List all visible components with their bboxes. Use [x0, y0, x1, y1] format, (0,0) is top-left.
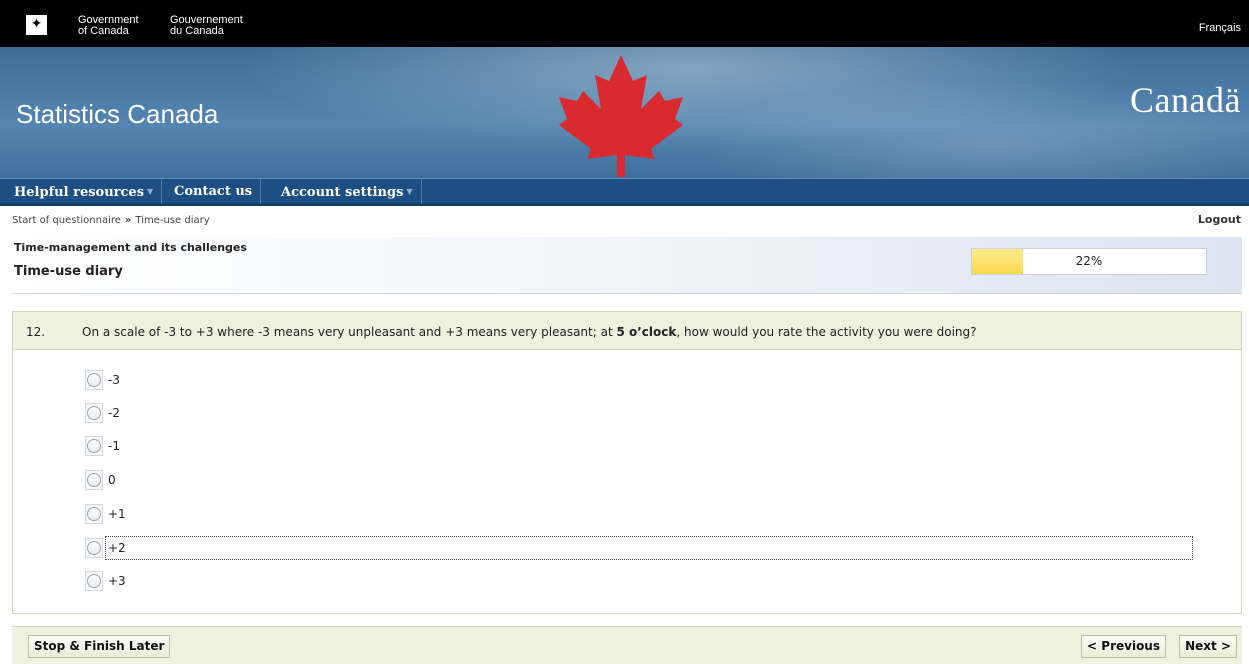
radio-option-label: -2 — [108, 406, 120, 420]
questionnaire-header: Time-management and its challenges Time-… — [12, 237, 1242, 294]
radio-button[interactable] — [87, 473, 101, 487]
questionnaire-footer: Stop & Finish Later < Previous Next > — [12, 626, 1242, 664]
focus-outline — [105, 536, 1193, 560]
question-header: 12. On a scale of -3 to +3 where -3 mean… — [13, 312, 1241, 350]
chevron-down-icon: ▼ — [147, 186, 154, 196]
radio-option-label: +2 — [108, 541, 126, 555]
page-title: Time-use diary — [14, 264, 123, 279]
breadcrumb-separator: » — [124, 215, 132, 226]
breadcrumb-start-link[interactable]: Start of questionnaire — [12, 215, 121, 226]
menu-contact-us[interactable]: Contact us — [166, 179, 262, 204]
previous-button[interactable]: < Previous — [1081, 635, 1166, 658]
progress-text: 22% — [1075, 254, 1103, 268]
radio-button[interactable] — [87, 507, 101, 521]
radio-option-focused[interactable]: +2 — [85, 536, 1193, 560]
radio-option-label: +1 — [108, 507, 126, 521]
radio-button[interactable] — [87, 574, 101, 588]
radio-option-label: -1 — [108, 439, 120, 453]
canada-flag-icon: ✦ — [16, 15, 57, 35]
site-title[interactable]: Statistics Canada — [16, 99, 218, 130]
breadcrumb-current: Time-use diary — [135, 215, 210, 226]
radio-button[interactable] — [87, 541, 101, 555]
canada-wordmark: Canadä — [1130, 80, 1241, 120]
stop-finish-later-button[interactable]: Stop & Finish Later — [28, 635, 171, 658]
language-toggle-link[interactable]: Français — [1199, 22, 1241, 34]
radio-option-label: -3 — [108, 373, 120, 387]
question-panel: 12. On a scale of -3 to +3 where -3 mean… — [12, 311, 1242, 614]
government-header-bar: ✦ Government of Canada Gouvernement du C… — [0, 0, 1249, 47]
radio-option-label: 0 — [108, 473, 116, 487]
question-text: On a scale of -3 to +3 where -3 means ve… — [82, 325, 977, 339]
radio-button[interactable] — [87, 373, 101, 387]
question-number: 12. — [26, 325, 46, 339]
gouvernement-du-canada-signature: Gouvernement du Canada — [170, 14, 243, 37]
logout-link[interactable]: Logout — [1198, 213, 1241, 226]
site-banner: Statistics Canada Canadä — [0, 47, 1249, 178]
breadcrumb: Start of questionnaire» Time-use diary — [12, 215, 210, 226]
radio-button[interactable] — [87, 439, 101, 453]
section-title: Time-management and its challenges — [14, 241, 247, 254]
maple-leaf-icon — [559, 55, 683, 177]
menu-account-settings[interactable]: Account settings ▼ — [273, 179, 422, 204]
government-of-canada-signature: Government of Canada — [78, 14, 139, 37]
menu-helpful-resources[interactable]: Helpful resources ▼ — [6, 179, 163, 204]
radio-button[interactable] — [87, 406, 101, 420]
progress-bar: 22% — [971, 248, 1207, 275]
next-button[interactable]: Next > — [1179, 635, 1237, 658]
chevron-down-icon: ▼ — [406, 186, 413, 196]
main-menu-bar: Helpful resources ▼ Contact us Account se… — [0, 178, 1249, 206]
radio-option-label: +3 — [108, 574, 126, 588]
